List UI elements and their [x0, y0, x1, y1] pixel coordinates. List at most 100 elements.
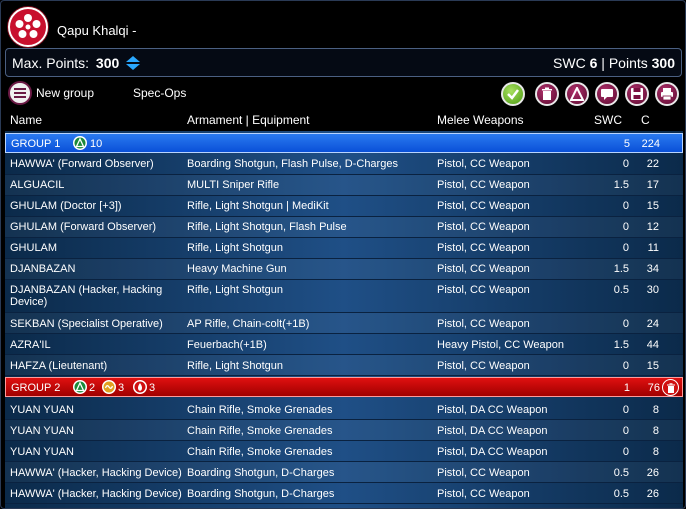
table-row[interactable]: YUAN YUAN Chain Rifle, Smoke Grenades Pi… [5, 441, 683, 462]
unit-armament: Chain Rifle, Smoke Grenades [187, 425, 333, 437]
unit-name: ALGUACIL [10, 179, 65, 191]
new-group-button[interactable]: New group [36, 86, 94, 100]
unit-melee: Pistol, DA CC Weapon [437, 404, 548, 416]
army-list-window: Qapu Khalqi - Max. Points: 300 SWC 6 | P… [0, 0, 686, 509]
unit-melee: Pistol, CC Weapon [437, 242, 530, 254]
group-label: GROUP 1 [11, 138, 61, 150]
unit-name: HAWWA' (Hacker, Hacking Device) [10, 488, 182, 500]
col-swc: SWC [594, 113, 622, 127]
toolbar: New group Spec-Ops [1, 79, 685, 109]
unit-cost: 11 [647, 242, 659, 254]
unit-cost: 26 [646, 467, 659, 479]
order-count: 3 [149, 382, 156, 394]
table-row[interactable]: YUAN YUAN Chain Rifle, Smoke Grenades Pi… [5, 399, 683, 420]
unit-cost: 30 [646, 284, 659, 296]
unit-cost: 12 [646, 221, 659, 233]
unit-cost: 15 [646, 200, 659, 212]
points-label: Points [608, 55, 648, 71]
unit-cost: 44 [646, 339, 659, 351]
group-header[interactable]: GROUP 1 10 5 224 [5, 133, 683, 153]
unit-armament: Chain Rifle, Smoke Grenades [187, 446, 333, 458]
faction-logo-icon [8, 7, 48, 47]
unit-name: YUAN YUAN [10, 404, 74, 416]
col-melee: Melee Weapons [437, 113, 524, 127]
irregular-order-icon [102, 380, 116, 394]
new-group-icon[interactable] [8, 81, 32, 105]
table-row[interactable]: ALGUACIL MULTI Sniper Rifle Pistol, CC W… [5, 175, 683, 196]
unit-swc: 1.5 [613, 339, 629, 351]
print-icon[interactable] [655, 82, 679, 106]
table-row[interactable]: HAFZA (Lieutenant) Rifle, Light Shotgun … [5, 355, 683, 376]
impetuous-order-icon [133, 380, 147, 394]
unit-armament: MULTI Sniper Rifle [187, 179, 280, 191]
max-points: Max. Points: 300 [12, 55, 119, 71]
group-label: GROUP 2 [11, 382, 61, 394]
unit-table: GROUP 1 10 5 224 HAWWA' (Forward Observe… [5, 131, 683, 508]
table-row[interactable]: SEKBAN (Specialist Operative) AP Rifle, … [5, 313, 683, 334]
save-icon[interactable] [625, 82, 649, 106]
unit-swc: 0 [622, 360, 629, 372]
points-stepper-icon[interactable] [124, 55, 142, 71]
swc-label: SWC [553, 55, 586, 71]
unit-name: DJANBAZAN (Hacker, Hacking Device) [10, 284, 163, 308]
group-swc: 5 [623, 138, 630, 150]
max-points-label: Max. Points: [12, 55, 90, 71]
unit-cost: 8 [652, 446, 659, 458]
validate-icon[interactable] [501, 82, 525, 106]
unit-cost: 15 [646, 360, 659, 372]
max-points-value: 300 [95, 55, 120, 71]
unit-melee: Heavy Pistol, CC Weapon [437, 339, 564, 351]
unit-name: GHULAM (Doctor [+3]) [10, 200, 122, 212]
unit-name: GHULAM [10, 242, 58, 254]
chat-icon[interactable] [595, 82, 619, 106]
unit-melee: Pistol, CC Weapon [437, 158, 530, 170]
unit-name: SEKBAN (Specialist Operative) [10, 318, 163, 330]
unit-swc: 0 [622, 200, 629, 212]
unit-cost: 34 [646, 263, 659, 275]
unit-melee: Pistol, CC Weapon [437, 318, 530, 330]
unit-name: HAWWA' (Hacker, Hacking Device) [10, 467, 182, 479]
unit-cost: 26 [646, 488, 659, 500]
delete-group-icon[interactable] [662, 379, 679, 396]
group-header[interactable]: GROUP 2 2 3 3 1 76 [5, 377, 683, 397]
table-row[interactable]: GHULAM Rifle, Light Shotgun Pistol, CC W… [5, 238, 683, 259]
table-row[interactable]: DJANBAZAN Heavy Machine Gun Pistol, CC W… [5, 259, 683, 280]
unit-armament: Rifle, Light Shotgun | MediKit [187, 200, 329, 212]
table-row[interactable]: GHULAM (Doctor [+3]) Rifle, Light Shotgu… [5, 196, 683, 217]
unit-armament: Boarding Shotgun, D-Charges [187, 488, 335, 500]
unit-melee: Pistol, CC Weapon [437, 221, 530, 233]
table-row[interactable]: AZRA'IL Feuerbach(+1B) Heavy Pistol, CC … [5, 334, 683, 355]
regular-order-icon [73, 136, 87, 150]
unit-name: YUAN YUAN [10, 446, 74, 458]
unit-swc: 0.5 [613, 284, 629, 296]
unit-armament: Rifle, Light Shotgun [187, 360, 284, 372]
unit-name: AZRA'IL [10, 339, 51, 351]
faction-icon[interactable] [565, 82, 589, 106]
unit-name: HAWWA' (Forward Observer) [10, 158, 154, 170]
unit-swc: 0 [622, 318, 629, 330]
table-row[interactable]: HAWWA' (Hacker, Hacking Device) Boarding… [5, 462, 683, 483]
unit-cost: 17 [646, 179, 659, 191]
table-row[interactable]: GHULAM (Forward Observer) Rifle, Light S… [5, 217, 683, 238]
unit-armament: Rifle, Light Shotgun [187, 242, 284, 254]
table-row[interactable]: HAWWA' (Forward Observer) Boarding Shotg… [5, 154, 683, 175]
unit-name: DJANBAZAN [10, 263, 76, 275]
unit-cost: 8 [652, 425, 659, 437]
table-row[interactable]: DJANBAZAN (Hacker, Hacking Device) Rifle… [5, 280, 683, 313]
unit-melee: Pistol, CC Weapon [437, 179, 530, 191]
summary-separator: | [601, 55, 605, 71]
spec-ops-button[interactable]: Spec-Ops [133, 86, 186, 100]
table-row[interactable]: YUAN YUAN Chain Rifle, Smoke Grenades Pi… [5, 420, 683, 441]
unit-cost: 8 [652, 404, 659, 416]
unit-swc: 0 [622, 242, 629, 254]
trash-icon[interactable] [535, 82, 559, 106]
unit-name: GHULAM (Forward Observer) [10, 221, 157, 233]
col-name: Name [10, 113, 43, 127]
unit-melee: Pistol, CC Weapon [437, 488, 530, 500]
table-row[interactable]: HAWWA' (Hacker, Hacking Device) Boarding… [5, 483, 683, 504]
unit-swc: 0 [622, 221, 629, 233]
unit-armament: Heavy Machine Gun [187, 263, 287, 275]
unit-armament: Rifle, Light Shotgun [187, 284, 284, 296]
swc-points-summary: SWC 6 | Points 300 [553, 55, 675, 71]
unit-swc: 0.5 [613, 488, 629, 500]
